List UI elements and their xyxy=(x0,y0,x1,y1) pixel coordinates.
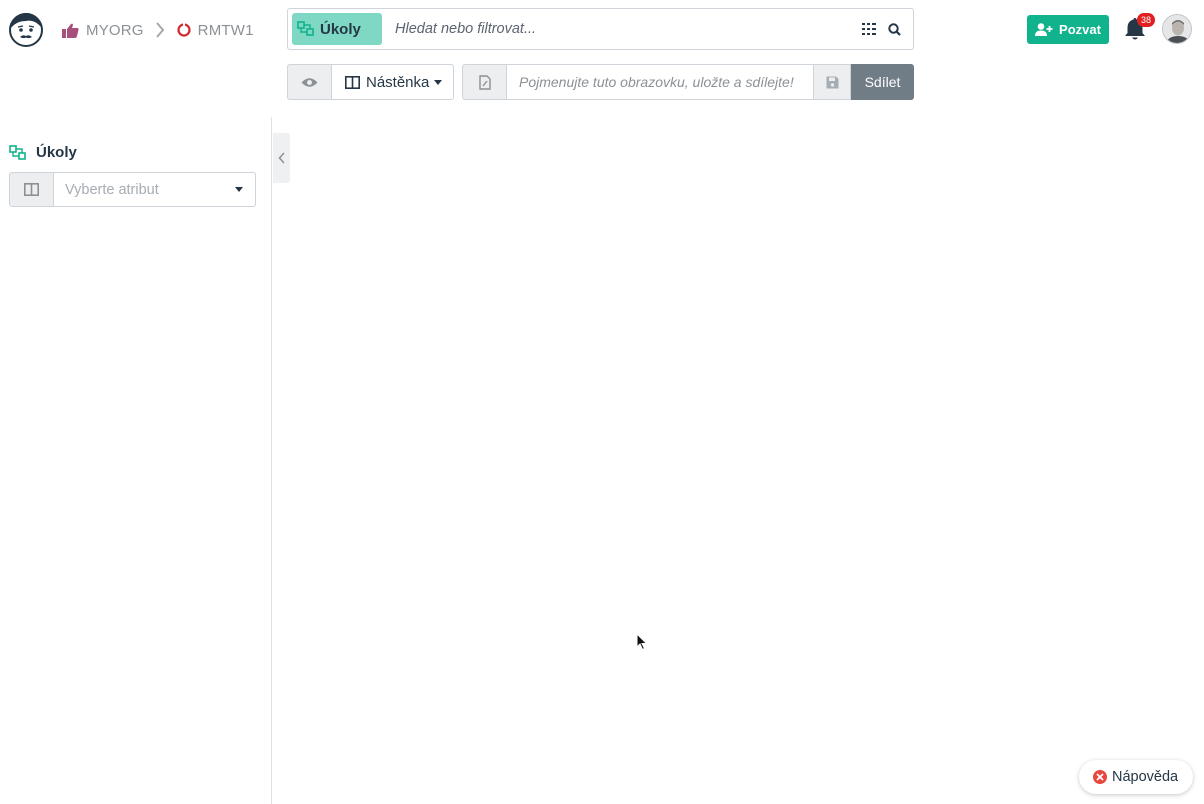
share-button[interactable]: Sdílet xyxy=(851,64,914,100)
breadcrumb: MYORG RMTW1 xyxy=(62,20,254,40)
perspective-bar: Pojmenujte tuto obrazovku, uložte a sdíl… xyxy=(462,64,914,100)
attribute-dropdown[interactable]: Vyberte atribut xyxy=(54,172,256,207)
sidebar-collection-label: Úkoly xyxy=(36,144,77,161)
search-bar[interactable]: Úkoly Hledat nebo filtrovat... xyxy=(287,8,914,50)
breadcrumb-org[interactable]: MYORG xyxy=(86,22,144,39)
breadcrumb-project[interactable]: RMTW1 xyxy=(198,22,254,39)
attribute-placeholder: Vyberte atribut xyxy=(65,181,159,198)
notification-badge: 38 xyxy=(1137,13,1155,27)
list-view-icon[interactable] xyxy=(862,23,876,35)
add-user-icon xyxy=(1035,23,1053,36)
help-button[interactable]: Nápověda xyxy=(1079,760,1193,794)
file-edit-icon xyxy=(478,74,491,90)
columns-button[interactable] xyxy=(9,172,54,207)
columns-icon xyxy=(345,75,360,89)
search-input[interactable]: Hledat nebo filtrovat... xyxy=(395,21,862,37)
chevron-left-icon xyxy=(278,152,285,164)
save-button[interactable] xyxy=(813,64,851,100)
chevron-right-icon xyxy=(155,22,164,38)
thumbs-up-icon xyxy=(62,23,79,38)
view-mode-dropdown[interactable]: Nástěnka xyxy=(331,64,454,100)
perspective-file-button[interactable] xyxy=(462,64,507,100)
collection-chip-label: Úkoly xyxy=(320,20,361,38)
view-mode-label: Nástěnka xyxy=(366,73,430,91)
mouse-cursor-icon xyxy=(636,633,648,651)
search-icon[interactable] xyxy=(888,22,901,36)
invite-button-label: Pozvat xyxy=(1059,22,1101,37)
sidebar-collection-title: Úkoly xyxy=(9,144,77,161)
share-button-label: Sdílet xyxy=(864,74,901,90)
perspective-name-input[interactable]: Pojmenujte tuto obrazovku, uložte a sdíl… xyxy=(507,64,813,100)
project-icon xyxy=(177,23,191,37)
app-logo[interactable] xyxy=(8,11,44,47)
attribute-select[interactable]: Vyberte atribut xyxy=(9,172,256,207)
chevron-down-icon xyxy=(434,79,443,85)
columns-icon xyxy=(24,183,39,196)
eye-icon xyxy=(301,77,318,87)
invite-button[interactable]: Pozvat xyxy=(1027,15,1109,44)
close-icon xyxy=(1093,770,1107,784)
visibility-toggle-button[interactable] xyxy=(287,64,332,100)
collection-icon xyxy=(297,21,314,36)
user-avatar[interactable] xyxy=(1162,14,1192,44)
collection-chip[interactable]: Úkoly xyxy=(292,13,382,45)
collection-icon xyxy=(9,144,26,160)
sidebar: Úkoly Vyberte atribut xyxy=(0,117,272,804)
avatar-image xyxy=(1163,15,1191,43)
save-icon xyxy=(826,76,838,88)
chevron-down-icon xyxy=(235,187,243,192)
help-label: Nápověda xyxy=(1112,769,1179,785)
sidebar-collapse-button[interactable] xyxy=(273,133,290,183)
